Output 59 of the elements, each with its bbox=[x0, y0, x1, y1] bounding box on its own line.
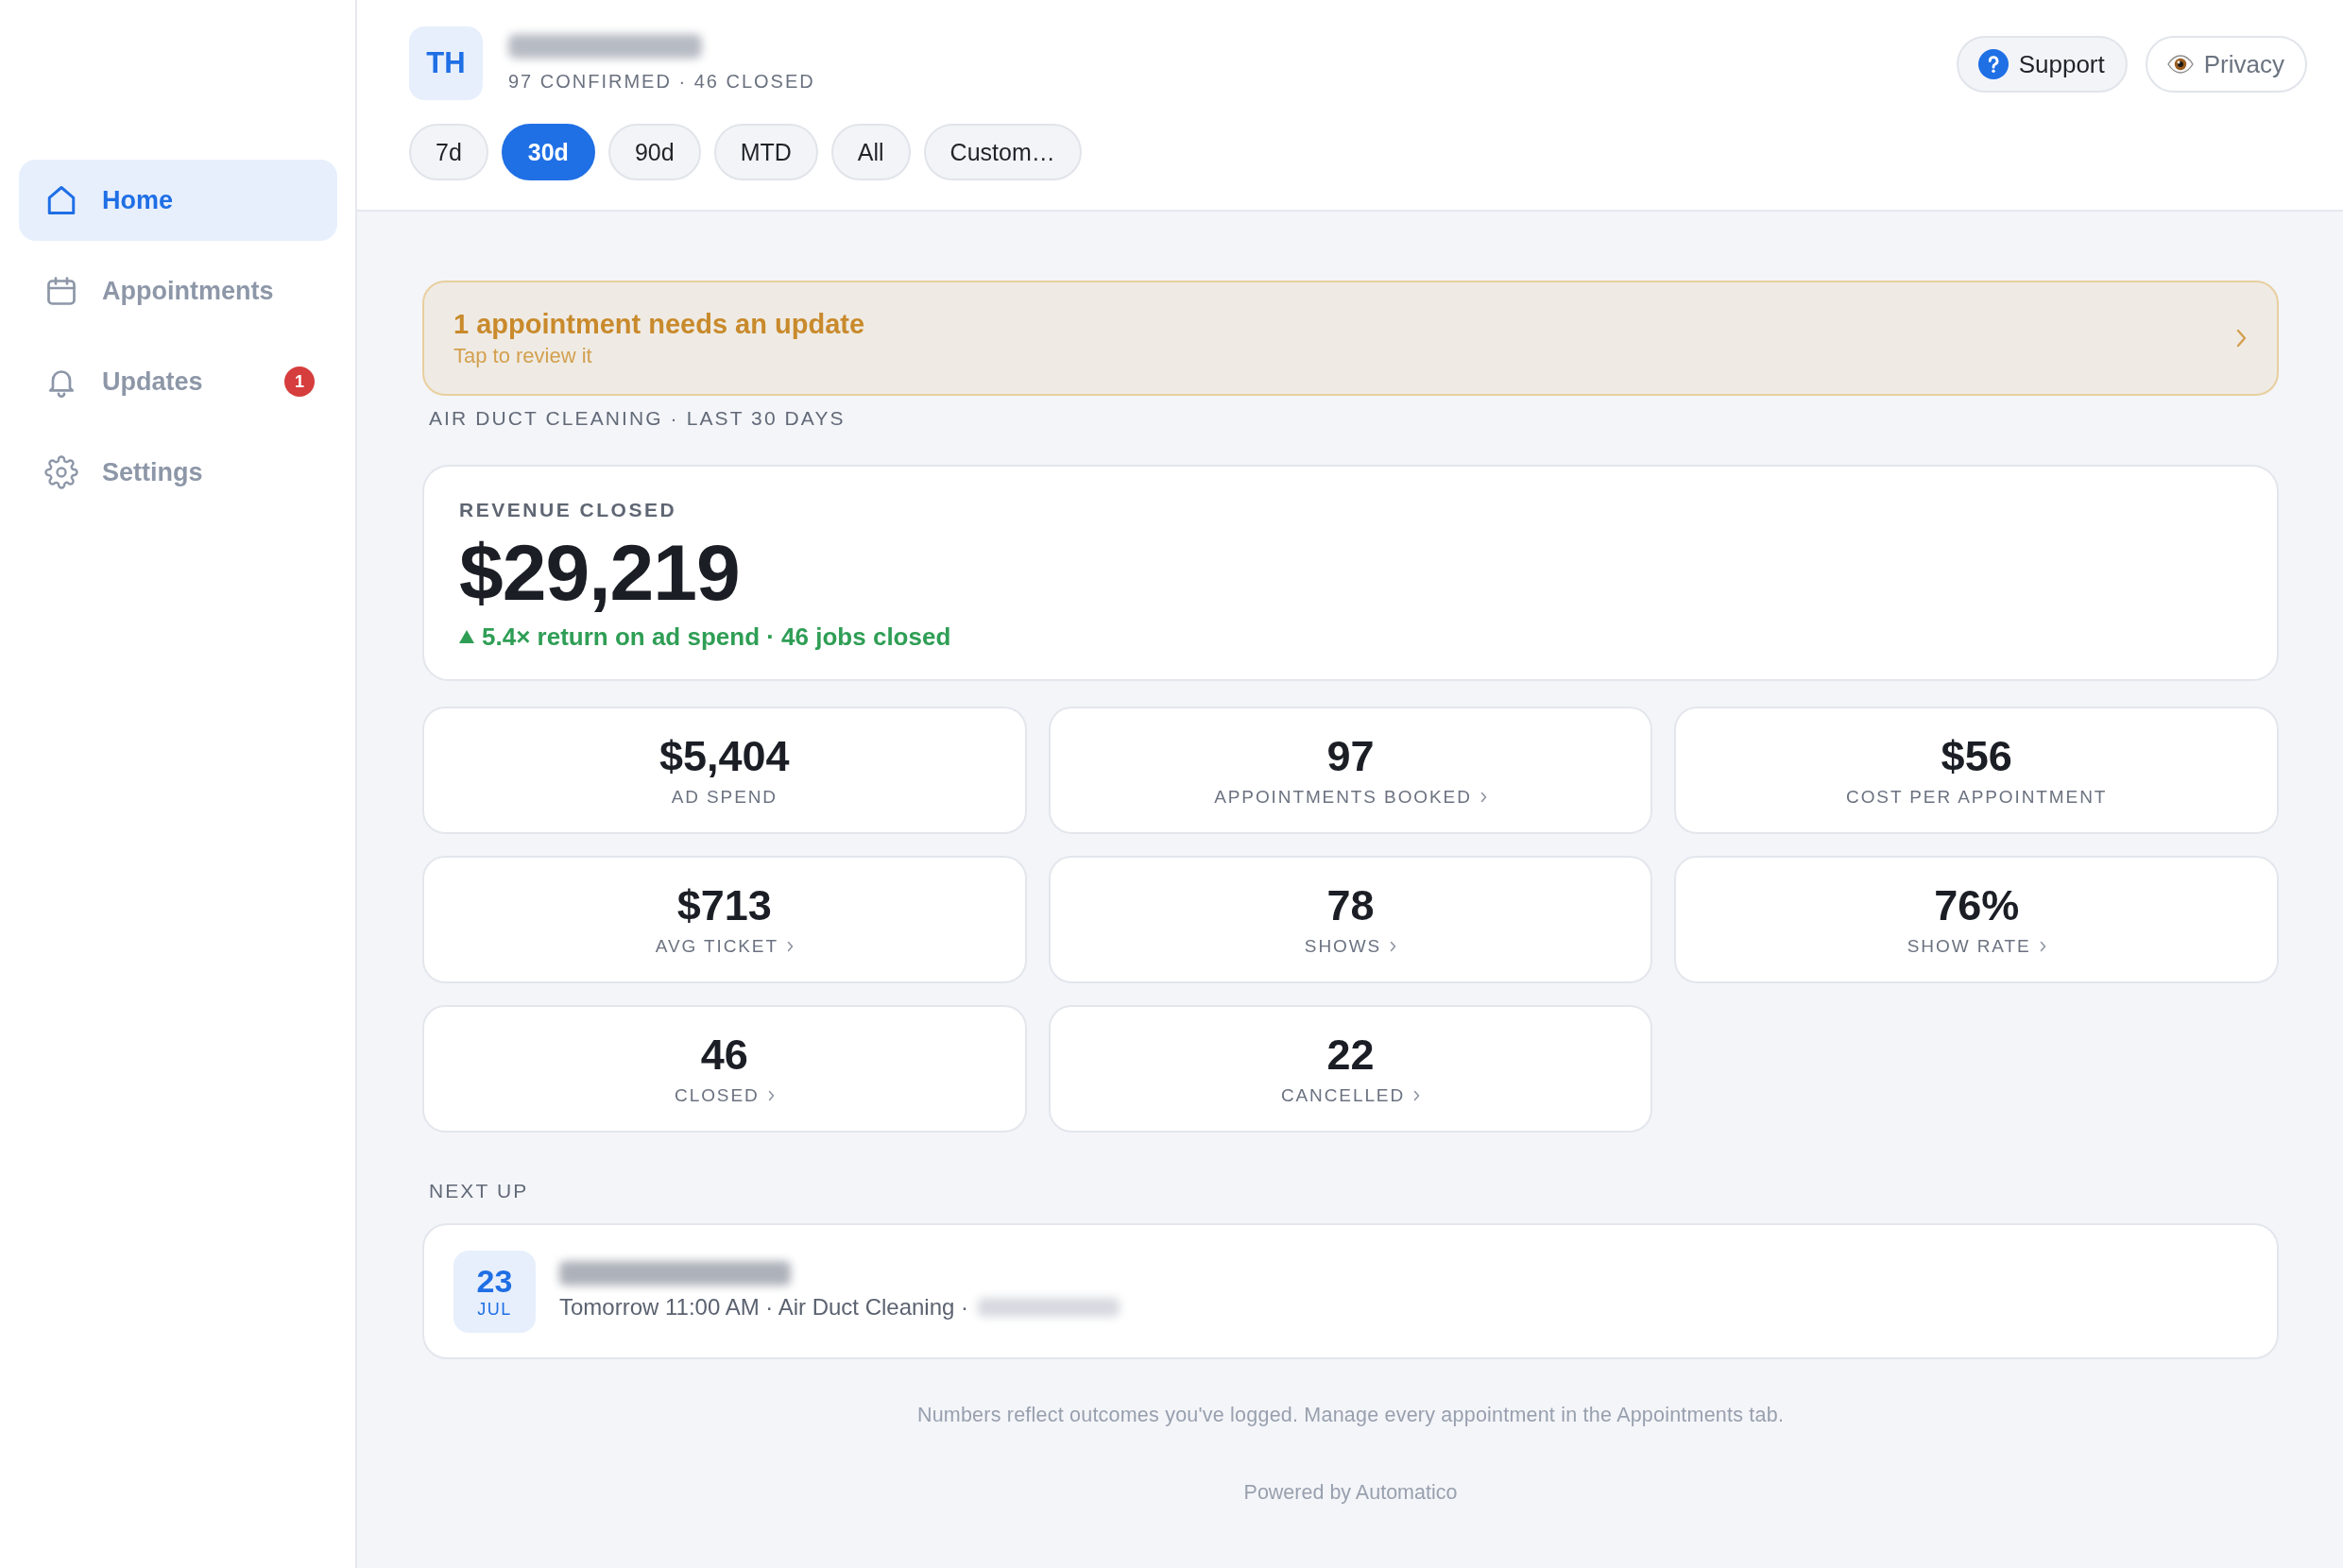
powered-by-text: Powered by Automatico bbox=[1243, 1480, 1458, 1506]
revenue-value: $29,219 bbox=[459, 531, 740, 614]
stat-value: $56 bbox=[1941, 732, 2012, 780]
stat-label: CANCELLED bbox=[1280, 1083, 1406, 1107]
stat-label: SHOW RATE bbox=[1907, 934, 2031, 958]
period-pill[interactable]: 7d bbox=[409, 124, 488, 180]
stat-label: AVG TICKET bbox=[655, 934, 778, 958]
appointment-details: Tomorrow 11:00 AM · Air Duct Cleaning · bbox=[559, 1293, 969, 1321]
avatar: TH bbox=[409, 26, 483, 100]
date-month: JUL bbox=[477, 1300, 512, 1319]
alert-title: 1 appointment needs an update bbox=[453, 307, 865, 340]
help-icon bbox=[1977, 49, 2009, 79]
stat-label: SHOWS bbox=[1304, 934, 1382, 958]
stat-value: 78 bbox=[1326, 881, 1375, 929]
stat-card[interactable]: 46 CLOSED bbox=[422, 1005, 1027, 1133]
calendar-icon bbox=[44, 274, 78, 308]
stat-card[interactable]: 97 APPOINTMENTS BOOKED bbox=[1048, 707, 1653, 834]
appointment-card[interactable]: 23 JUL Tomorrow 11:00 AM · Air Duct Cleaning · bbox=[422, 1223, 2279, 1359]
chevron-right-icon bbox=[1479, 791, 1487, 803]
eye-icon bbox=[2166, 55, 2194, 74]
chevron-right-icon bbox=[767, 1089, 775, 1101]
stat-label: COST PER APPOINTMENT bbox=[1846, 785, 2108, 809]
stat-value: $5,404 bbox=[659, 732, 790, 780]
stat-label: CLOSED bbox=[675, 1083, 760, 1107]
stat-value: 46 bbox=[700, 1031, 748, 1079]
chevron-right-icon bbox=[1390, 940, 1397, 952]
date-day: 23 bbox=[476, 1264, 513, 1298]
header-button[interactable]: Support bbox=[1956, 36, 2128, 93]
count-badge: 1 bbox=[284, 366, 315, 397]
stat-value: 76% bbox=[1934, 881, 2020, 929]
period-pill[interactable]: 30d bbox=[501, 124, 595, 180]
stat-label: APPOINTMENTS BOOKED bbox=[1214, 785, 1472, 809]
revenue-trend: 5.4× return on ad spend · 46 jobs closed bbox=[482, 622, 951, 652]
section-title: AIR DUCT CLEANING · LAST 30 DAYS bbox=[429, 406, 846, 431]
stat-card[interactable]: 22 CANCELLED bbox=[1048, 1005, 1653, 1133]
header-button[interactable]: Privacy bbox=[2145, 36, 2307, 93]
period-pill[interactable]: Custom… bbox=[923, 124, 1082, 180]
nav-item[interactable]: Home bbox=[19, 160, 337, 241]
stat-value: 22 bbox=[1326, 1031, 1375, 1079]
settings-icon bbox=[44, 455, 78, 489]
period-pill[interactable]: MTD bbox=[713, 124, 818, 180]
stat-card[interactable]: 76% SHOW RATE bbox=[1674, 856, 2279, 983]
alert-subtitle: Tap to review it bbox=[453, 342, 592, 369]
nav-item[interactable]: Updates 1 bbox=[19, 341, 337, 422]
stat-label: AD SPEND bbox=[671, 785, 778, 809]
section-title: NEXT UP bbox=[429, 1179, 529, 1203]
period-pill[interactable]: 90d bbox=[607, 124, 701, 180]
revenue-label: REVENUE CLOSED bbox=[459, 498, 677, 522]
stat-value: 97 bbox=[1326, 732, 1375, 780]
booking-summary: 97 CONFIRMED · 46 CLOSED bbox=[508, 70, 815, 93]
chevron-right-icon bbox=[2039, 940, 2046, 952]
chevron-right-icon bbox=[2236, 329, 2247, 348]
chevron-right-icon bbox=[1413, 1089, 1421, 1101]
chevron-right-icon bbox=[786, 940, 794, 952]
stat-card[interactable]: $713 AVG TICKET bbox=[422, 856, 1027, 983]
stat-card[interactable]: 78 SHOWS bbox=[1048, 856, 1653, 983]
stat-value: $713 bbox=[676, 881, 772, 929]
period-pill[interactable]: All bbox=[830, 124, 911, 180]
footer-note: Numbers reflect outcomes you've logged. Manage every appointment in the Appointments tab. bbox=[916, 1403, 1785, 1428]
